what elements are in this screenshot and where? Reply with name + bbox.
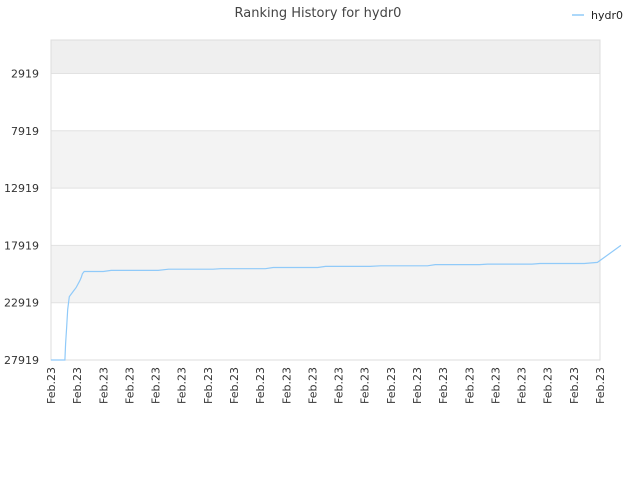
- y-tick-label: 7919: [11, 125, 39, 138]
- x-tick-label: Feb.23: [542, 367, 555, 404]
- x-tick-label: Feb.23: [176, 367, 189, 404]
- x-tick-label: Feb.23: [71, 367, 84, 404]
- chart-title: Ranking History for hydr0: [235, 6, 402, 21]
- x-tick-label: Feb.23: [333, 367, 346, 404]
- x-tick-label: Feb.23: [411, 367, 424, 404]
- plot-band: [51, 40, 600, 74]
- y-tick-label: 17919: [4, 239, 39, 252]
- plot-band: [51, 302, 600, 360]
- x-tick-label: Feb.23: [463, 367, 476, 404]
- x-tick-label: Feb.23: [254, 367, 267, 404]
- x-tick-label: Feb.23: [306, 367, 319, 404]
- x-tick-label: Feb.23: [385, 367, 398, 404]
- x-tick-label: Feb.23: [97, 367, 110, 404]
- y-tick-label: 12919: [4, 182, 39, 195]
- x-tick-label: Feb.23: [45, 367, 58, 404]
- x-tick-label: Feb.23: [437, 367, 450, 404]
- x-tick-label: Feb.23: [123, 367, 136, 404]
- plot-band: [51, 188, 600, 246]
- y-tick-label: 2919: [11, 67, 39, 80]
- ranking-chart: 2919 7919 12919 17919 22919 27919 Feb.23 Feb.2…: [4, 6, 623, 404]
- legend[interactable]: hydr0: [572, 9, 623, 22]
- y-tick-label: 22919: [4, 297, 39, 310]
- plot-band: [51, 130, 600, 189]
- x-tick-label: Feb.23: [594, 367, 607, 404]
- legend-label-hydr0: hydr0: [591, 9, 623, 22]
- x-tick-label: Feb.23: [228, 367, 241, 404]
- plot-band: [51, 245, 600, 303]
- x-tick-label: Feb.23: [359, 367, 372, 404]
- chart-container: 2919 7919 12919 17919 22919 27919 Feb.23 Feb.2…: [0, 0, 640, 480]
- y-tick-label: 27919: [4, 354, 39, 367]
- x-tick-label: Feb.23: [150, 367, 163, 404]
- x-tick-label: Feb.23: [489, 367, 502, 404]
- plot-band: [51, 73, 600, 131]
- x-tick-label: Feb.23: [568, 367, 581, 404]
- x-tick-label: Feb.23: [280, 367, 293, 404]
- x-tick-label: Feb.23: [516, 367, 529, 404]
- x-tick-label: Feb.23: [202, 367, 215, 404]
